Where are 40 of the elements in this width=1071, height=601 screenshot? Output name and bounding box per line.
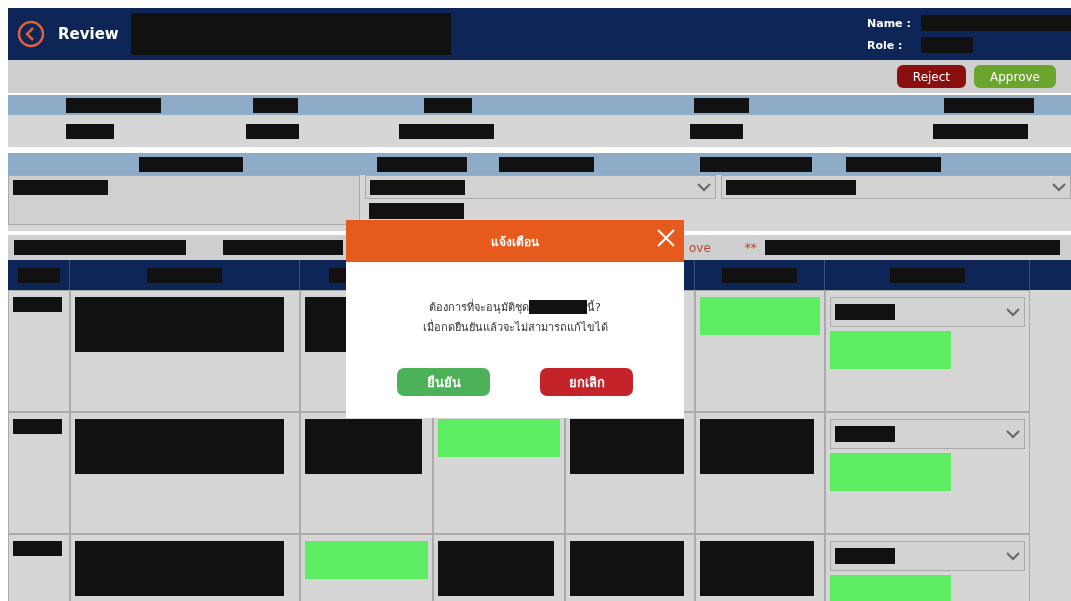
chevron-down-icon (1006, 429, 1020, 439)
text-field[interactable] (8, 175, 360, 225)
chevron-down-icon (1006, 307, 1020, 317)
redacted-block (13, 419, 63, 434)
redacted-block (253, 97, 298, 113)
redacted-block (835, 304, 895, 320)
action-button[interactable]: Approve (974, 65, 1056, 88)
redacted-block (921, 37, 973, 53)
dropdown[interactable] (830, 419, 1025, 449)
page-title: Review (58, 25, 119, 43)
redacted-block (17, 267, 60, 283)
dropdown[interactable] (721, 175, 1071, 199)
name-label: Name : (867, 16, 912, 30)
dialog-title: แจ้งเตือน (491, 233, 539, 251)
chevron-down-icon (1006, 551, 1020, 561)
redacted-block (694, 97, 749, 113)
dialog-message: นี้? (587, 299, 601, 316)
chevron-down-icon (1052, 182, 1066, 192)
back-icon[interactable] (16, 19, 46, 49)
notice-text: ove (689, 240, 711, 255)
redacted-block (13, 297, 63, 312)
redacted-block (246, 123, 299, 139)
dialog-message: เมื่อกดยืนยันแล้วจะไม่สามารถแก้ไขได้ (422, 318, 608, 336)
redacted-block (690, 123, 743, 139)
redacted-block (529, 300, 588, 314)
required-marker: ** (744, 240, 757, 255)
dropdown[interactable] (364, 175, 717, 199)
close-icon[interactable] (656, 228, 676, 248)
action-button[interactable]: Reject (896, 65, 967, 88)
dialog-message: ต้องการที่จะอนุมัติชุด (429, 298, 530, 316)
dialog-button[interactable]: ยกเลิก (540, 368, 633, 396)
dropdown[interactable] (830, 541, 1025, 571)
role-label: Role : (867, 38, 904, 52)
redacted-block (66, 123, 114, 139)
redacted-block (835, 548, 895, 564)
chevron-down-icon (697, 182, 712, 192)
redacted-block (13, 541, 63, 556)
redacted-block (835, 426, 895, 442)
dropdown[interactable] (830, 297, 1025, 327)
redacted-block (424, 97, 472, 113)
